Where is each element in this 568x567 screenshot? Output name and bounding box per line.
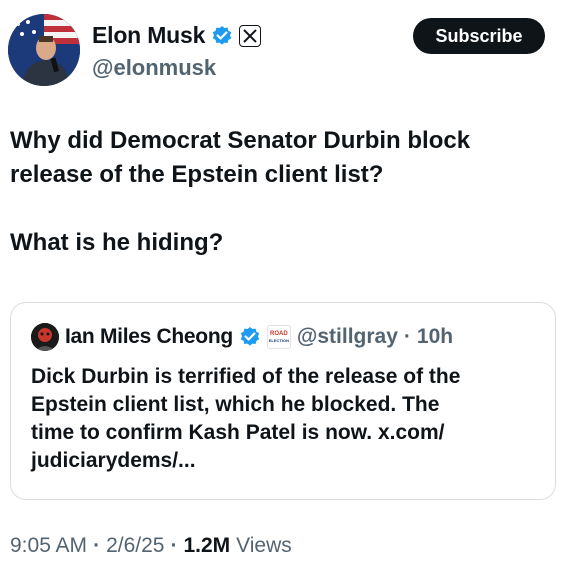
road-election-badge-icon: ROAD ELECTION <box>266 325 291 349</box>
views-label: Views <box>236 534 292 557</box>
separator-dot: · <box>93 534 101 557</box>
quoted-author-name[interactable]: Ian Miles Cheong <box>65 325 233 349</box>
subscribe-button[interactable]: Subscribe <box>413 18 545 54</box>
tweet-meta: 9:05 AM · 2/6/25 · 1.2M Views <box>10 534 292 558</box>
author-handle[interactable]: @elonmusk <box>92 55 216 81</box>
author-avatar[interactable] <box>8 14 80 86</box>
views-count: 1.2M <box>183 534 231 557</box>
verified-badge-icon <box>211 25 233 47</box>
author-name[interactable]: Elon Musk <box>92 22 205 49</box>
verified-badge-icon <box>239 326 261 348</box>
x-logo-icon <box>239 24 262 47</box>
separator-dot: · <box>170 534 178 557</box>
quoted-author-handle[interactable]: @stillgray <box>297 325 398 349</box>
separator-dot: · <box>403 325 411 348</box>
road-badge-bottom-text: ELECTION <box>268 338 289 343</box>
quoted-tweet-text: Dick Durbin is terrified of the release … <box>31 365 461 472</box>
quoted-tweet-header: Ian Miles Cheong ROAD ELECTION @stillgra… <box>31 323 453 351</box>
quoted-tweet-time[interactable]: 10h <box>417 325 453 349</box>
tweet-text: Why did Democrat Senator Durbin block re… <box>10 127 471 256</box>
quoted-tweet-card[interactable]: Ian Miles Cheong ROAD ELECTION @stillgra… <box>10 302 556 500</box>
quoted-author-avatar[interactable] <box>31 323 59 351</box>
road-badge-top-text: ROAD <box>270 331 288 337</box>
author-name-row: Elon Musk <box>92 22 262 49</box>
tweet-date[interactable]: 2/6/25 <box>106 534 164 558</box>
tweet-time[interactable]: 9:05 AM <box>10 534 87 558</box>
